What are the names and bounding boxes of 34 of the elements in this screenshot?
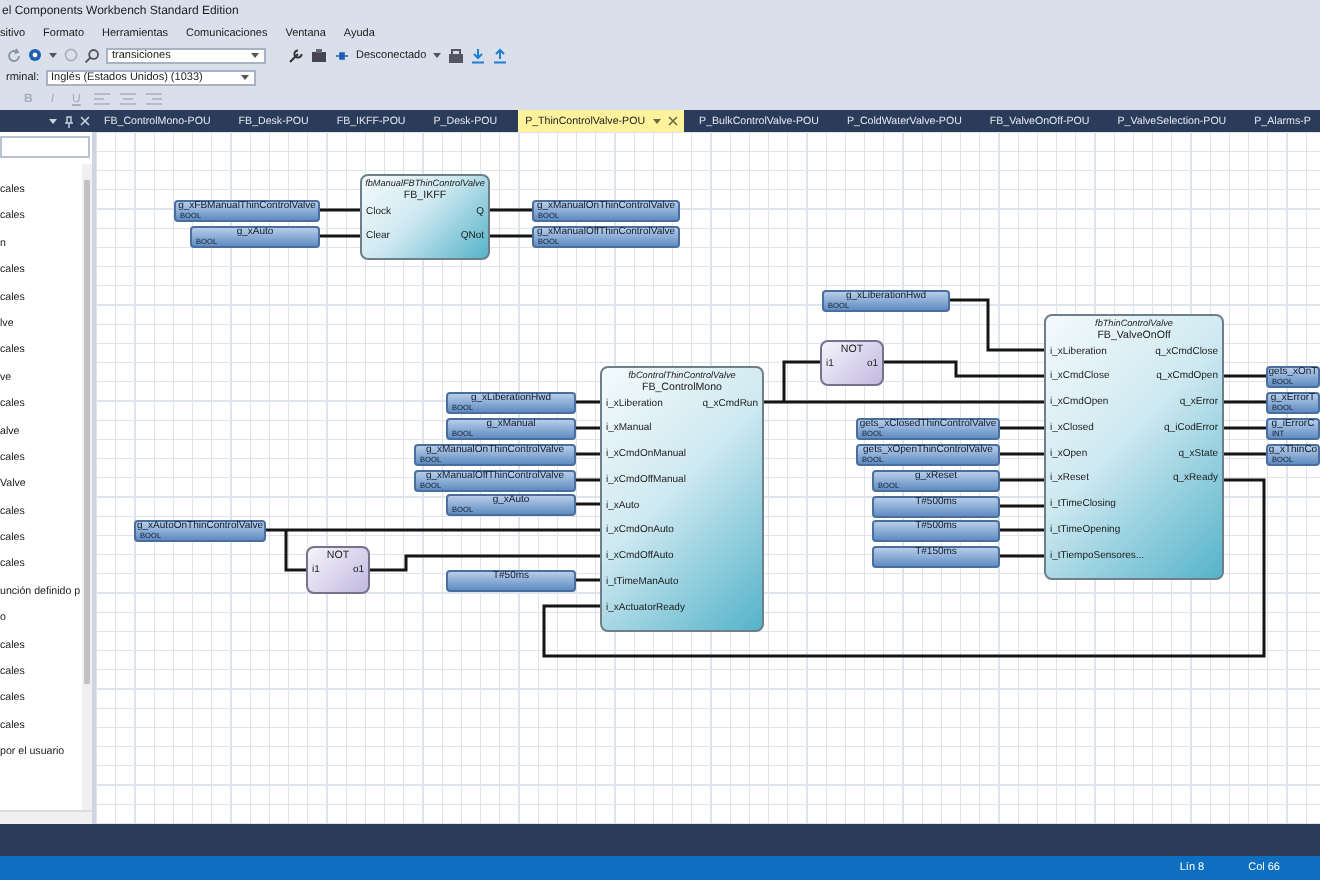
caret-icon[interactable] — [48, 50, 58, 60]
wire — [320, 234, 360, 238]
wire — [320, 208, 360, 212]
function-block[interactable] — [1044, 314, 1224, 580]
scrollbar[interactable] — [0, 810, 92, 824]
caret-icon[interactable] — [48, 116, 58, 126]
search-icon[interactable] — [84, 47, 100, 63]
caret-icon[interactable] — [239, 72, 250, 82]
wire — [576, 400, 600, 404]
device-icon[interactable] — [310, 47, 328, 63]
wire — [576, 452, 600, 456]
caret-icon[interactable] — [432, 50, 443, 60]
wire — [1224, 426, 1266, 430]
pin-icon[interactable] — [64, 115, 74, 127]
device-icon[interactable] — [448, 47, 465, 63]
plug-icon[interactable] — [334, 47, 350, 63]
wire — [490, 208, 532, 212]
wire — [1224, 400, 1266, 404]
wire — [1224, 452, 1266, 456]
download-icon[interactable] — [470, 47, 487, 63]
upload-icon[interactable] — [492, 47, 509, 63]
wire — [950, 298, 1044, 352]
wire — [1224, 374, 1266, 378]
wrench-icon[interactable] — [288, 47, 304, 63]
caret-icon[interactable] — [651, 116, 662, 126]
close-icon[interactable] — [667, 116, 678, 126]
wire — [576, 426, 600, 430]
caret-icon[interactable] — [250, 50, 260, 60]
wire — [1000, 452, 1044, 456]
filter-field[interactable] — [0, 136, 90, 158]
scrollbar[interactable] — [82, 164, 92, 810]
wire — [490, 234, 532, 238]
wire — [1000, 426, 1044, 430]
circle-icon[interactable] — [28, 48, 42, 62]
